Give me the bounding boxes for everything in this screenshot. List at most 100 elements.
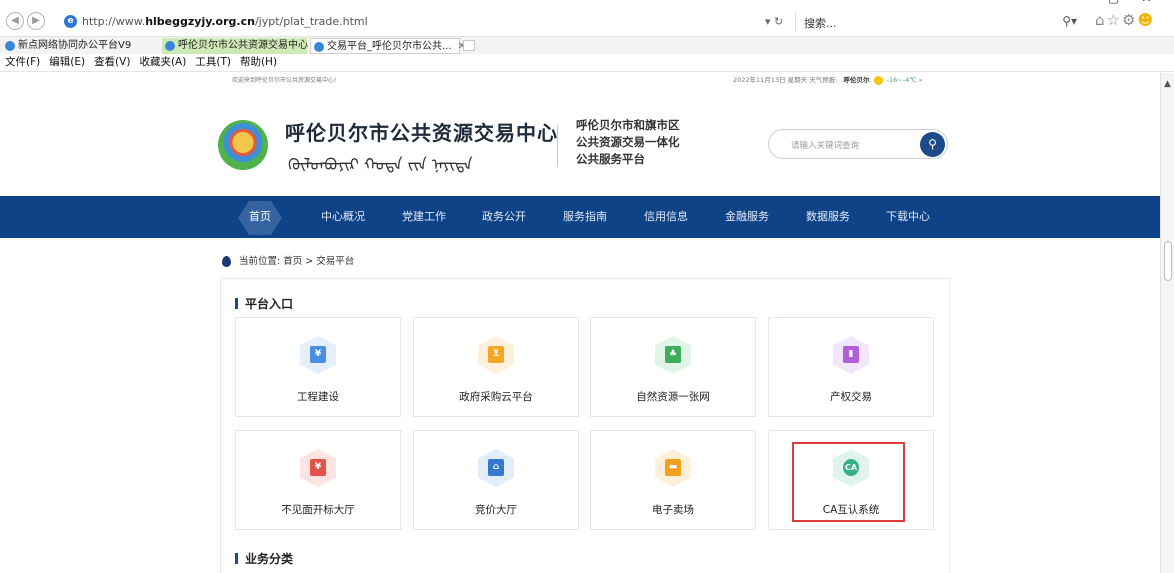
icon-glyph: ¥ bbox=[310, 459, 326, 476]
nav-home[interactable]: 首页 bbox=[238, 196, 282, 238]
nav-about[interactable]: 中心概况 bbox=[316, 196, 370, 238]
card-label: 不见面开标大厅 bbox=[281, 504, 355, 516]
weather-more-link[interactable]: » bbox=[919, 76, 923, 84]
book-icon: ▮ bbox=[833, 336, 869, 374]
tab-label: 交易平台_呼伦贝尔市公共... bbox=[327, 41, 452, 52]
breadcrumb: 当前位置: 首页 > 交易平台 bbox=[222, 253, 354, 267]
weather-temperature: -16~-4℃ bbox=[886, 76, 917, 84]
nav-guide[interactable]: 服务指南 bbox=[558, 196, 612, 238]
menu-bar: 文件(F) 编辑(E) 查看(V) 收藏夹(A) 工具(T) 帮助(H) bbox=[0, 54, 1174, 72]
card-label: 电子卖场 bbox=[652, 504, 694, 516]
ie-page-icon bbox=[314, 42, 324, 52]
top-info-bar: 欢迎来到呼伦贝尔市公共资源交易中心! 2022年11月13日 星期天 天气预报:… bbox=[0, 73, 1160, 87]
nav-label: 服务指南 bbox=[563, 210, 607, 223]
search-placeholder: 请输入关键词查询 bbox=[791, 141, 860, 151]
nav-label: 中心概况 bbox=[321, 210, 365, 223]
address-bar[interactable]: e http://www.hlbeggzyjy.org.cn/jypt/plat… bbox=[52, 12, 787, 32]
nav-label: 金融服务 bbox=[725, 210, 769, 223]
tab-resource-center[interactable]: 呼伦贝尔市公共资源交易中心 bbox=[162, 38, 308, 54]
card-natural-resources[interactable]: ♣ 自然资源一张网 bbox=[590, 317, 756, 417]
gear-icon[interactable]: ⚙ bbox=[1122, 11, 1137, 29]
nav-finance[interactable]: 金融服务 bbox=[720, 196, 774, 238]
tab-trade-platform[interactable]: 交易平台_呼伦贝尔市公共... ✕ bbox=[310, 38, 466, 54]
icon-glyph: ▮ bbox=[843, 346, 859, 363]
site-search-input[interactable]: 请输入关键词查询 ⚲ bbox=[768, 129, 948, 159]
nav-label: 政务公开 bbox=[482, 210, 526, 223]
site-header: 呼伦贝尔市公共资源交易中心 ᠬᠥᠯᠥᠨᠪᠤᠶᠢᠷ ᠬᠣᠲᠠ ᠵᠢᠨ ᠨᠡᠶᠢᠲᠡ… bbox=[0, 87, 1160, 197]
back-button[interactable]: ◀ bbox=[6, 12, 24, 30]
scroll-up-icon[interactable]: ▲ bbox=[1164, 79, 1171, 89]
menu-favorites[interactable]: 收藏夹(A) bbox=[139, 54, 186, 71]
browser-search-box[interactable]: 搜索... ⚲▾ bbox=[795, 12, 1085, 32]
nav-label: 下载中心 bbox=[886, 210, 930, 223]
menu-view[interactable]: 查看(V) bbox=[94, 54, 130, 71]
icon-glyph: ¥ bbox=[310, 346, 326, 363]
ie-icon: e bbox=[64, 15, 77, 28]
building-doc-icon: ¥ bbox=[300, 336, 336, 374]
nav-label: 党建工作 bbox=[402, 210, 446, 223]
card-gov-procurement[interactable]: ⊻ 政府采购云平台 bbox=[413, 317, 579, 417]
remote-bid-icon: ¥ bbox=[300, 449, 336, 487]
page-content: 欢迎来到呼伦贝尔市公共资源交易中心! 2022年11月13日 星期天 天气预报:… bbox=[0, 73, 1160, 573]
nav-gov-affairs[interactable]: 政务公开 bbox=[477, 196, 531, 238]
subtitle-line: 公共服务平台 bbox=[576, 152, 645, 166]
tab-label: 新点网络协同办公平台V9 bbox=[18, 40, 132, 51]
smiley-feedback-icon[interactable]: ☻ bbox=[1137, 11, 1155, 29]
icon-glyph: ♣ bbox=[665, 346, 681, 363]
card-e-mall[interactable]: ▬ 电子卖场 bbox=[590, 430, 756, 530]
site-title: 呼伦贝尔市公共资源交易中心 bbox=[285, 121, 558, 145]
card-label: 自然资源一张网 bbox=[636, 391, 710, 403]
menu-tools[interactable]: 工具(T) bbox=[195, 54, 231, 71]
card-label: 竞价大厅 bbox=[475, 504, 517, 516]
site-title-mongolian: ᠬᠥᠯᠥᠨᠪᠤᠶᠢᠷ ᠬᠣᠲᠠ ᠵᠢᠨ ᠨᠡᠶᠢᠲᠡ bbox=[288, 155, 473, 174]
weather-city: 呼伦贝尔 bbox=[843, 76, 870, 84]
favorites-star-icon[interactable]: ☆ bbox=[1107, 11, 1122, 29]
nav-party[interactable]: 党建工作 bbox=[397, 196, 451, 238]
search-button-icon[interactable]: ⚲ bbox=[920, 132, 945, 157]
refresh-icon[interactable]: ▾ ↻ bbox=[765, 15, 783, 28]
weather-info: 2022年11月13日 星期天 天气预报: 呼伦贝尔 -16~-4℃ » bbox=[733, 74, 923, 85]
new-tab-button[interactable] bbox=[463, 40, 475, 51]
shopping-cart-icon: ⊻ bbox=[478, 336, 514, 374]
card-remote-bid-hall[interactable]: ¥ 不见面开标大厅 bbox=[235, 430, 401, 530]
nav-data[interactable]: 数据服务 bbox=[801, 196, 855, 238]
nav-credit[interactable]: 信用信息 bbox=[639, 196, 693, 238]
section-title-platform: 平台入口 bbox=[235, 295, 293, 312]
menu-help[interactable]: 帮助(H) bbox=[240, 54, 277, 71]
nav-label: 数据服务 bbox=[806, 210, 850, 223]
forward-button[interactable]: ▶ bbox=[27, 12, 45, 30]
search-placeholder: 搜索... bbox=[804, 17, 837, 30]
ie-page-icon bbox=[165, 41, 175, 51]
date-text: 2022年11月13日 星期天 bbox=[733, 76, 808, 84]
card-auction-hall[interactable]: ⌂ 竞价大厅 bbox=[413, 430, 579, 530]
home-icon[interactable]: ⌂ bbox=[1095, 11, 1107, 29]
menu-edit[interactable]: 编辑(E) bbox=[49, 54, 85, 71]
breadcrumb-label: 当前位置: bbox=[239, 256, 281, 267]
nav-label: 信用信息 bbox=[644, 210, 688, 223]
subtitle-line: 呼伦贝尔市和旗市区 bbox=[576, 118, 680, 132]
weather-label: 天气预报: bbox=[809, 76, 838, 84]
nav-label: 首页 bbox=[249, 210, 271, 223]
nav-download[interactable]: 下载中心 bbox=[881, 196, 935, 238]
header-divider bbox=[557, 125, 558, 167]
icon-glyph: ⌂ bbox=[488, 459, 504, 476]
card-label: 产权交易 bbox=[830, 391, 872, 403]
card-property-rights[interactable]: ▮ 产权交易 bbox=[768, 317, 934, 417]
search-icon[interactable]: ⚲▾ bbox=[1062, 14, 1077, 28]
ie-page-icon bbox=[5, 41, 15, 51]
card-label: 政府采购云平台 bbox=[459, 391, 533, 403]
vertical-scrollbar[interactable]: ▲ bbox=[1160, 73, 1174, 573]
site-logo-icon[interactable] bbox=[218, 120, 268, 170]
breadcrumb-path[interactable]: 首页 > 交易平台 bbox=[283, 256, 354, 267]
store-icon: ▬ bbox=[655, 449, 691, 487]
scrollbar-thumb[interactable] bbox=[1164, 241, 1172, 281]
url-text: http://www.hlbeggzyjy.org.cn/jypt/plat_t… bbox=[82, 15, 368, 28]
card-engineering[interactable]: ¥ 工程建设 bbox=[235, 317, 401, 417]
tab-oa[interactable]: 新点网络协同办公平台V9 bbox=[2, 38, 158, 54]
location-pin-icon bbox=[222, 256, 231, 267]
platform-subtitle: 呼伦贝尔市和旗市区 公共资源交易一体化 公共服务平台 bbox=[576, 117, 680, 168]
window-controls[interactable]: –▢✕ bbox=[1080, 0, 1173, 5]
welcome-text: 欢迎来到呼伦贝尔市公共资源交易中心! bbox=[232, 77, 337, 84]
menu-file[interactable]: 文件(F) bbox=[5, 54, 40, 71]
highlight-box-ca bbox=[792, 442, 905, 522]
